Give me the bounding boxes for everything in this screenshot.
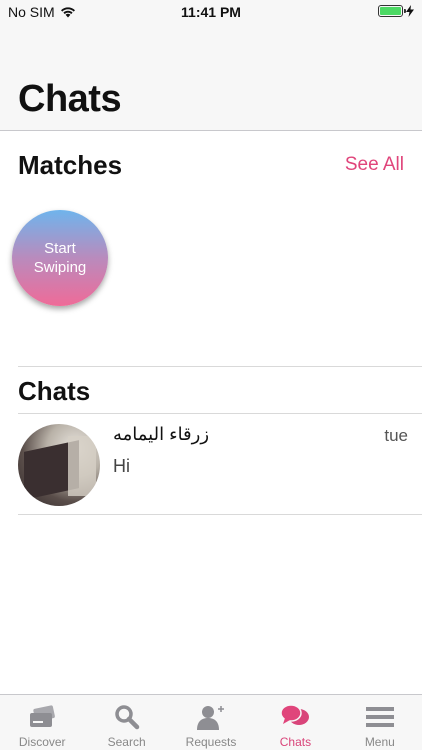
chats-heading: Chats: [18, 376, 91, 406]
cards-icon: [27, 703, 57, 731]
tab-label: Chats: [279, 735, 312, 749]
tab-discover[interactable]: Discover: [0, 695, 84, 750]
tab-chats[interactable]: Chats: [253, 695, 337, 750]
nav-header: Chats: [0, 24, 422, 131]
status-right: [378, 5, 414, 17]
battery-level: [380, 7, 401, 15]
tab-search[interactable]: Search: [84, 695, 168, 750]
menu-icon: [365, 703, 395, 731]
start-swiping-button[interactable]: Start Swiping: [12, 210, 108, 306]
chat-contact-name: زرقاء اليمامه: [113, 424, 210, 444]
see-all-link[interactable]: See All: [345, 154, 404, 176]
tab-label: Requests: [185, 735, 237, 749]
tab-label: Discover: [18, 735, 66, 749]
battery-icon: [378, 5, 406, 17]
tab-requests[interactable]: Requests: [169, 695, 253, 750]
avatar: [18, 424, 100, 506]
section-divider: [18, 366, 422, 367]
matches-heading: Matches: [18, 150, 123, 180]
tab-menu[interactable]: Menu: [338, 695, 422, 750]
tab-label: Search: [107, 735, 146, 749]
chat-list-item[interactable]: زرقاء اليمامه tue Hi: [0, 414, 422, 514]
clock: 11:41 PM: [181, 4, 241, 20]
tab-bar: Discover Search Requests Chats Menu: [0, 694, 422, 750]
chat-bubbles-icon: [280, 703, 310, 731]
chat-last-message: Hi: [113, 456, 130, 476]
row-divider: [18, 514, 422, 515]
chat-timestamp: tue: [384, 426, 408, 445]
search-icon: [112, 703, 142, 731]
charging-bolt-icon: [406, 5, 414, 17]
page-title: Chats: [18, 78, 122, 120]
tab-label: Menu: [364, 735, 395, 749]
add-user-icon: [196, 703, 226, 731]
status-bar: No SIM 11:41 PM: [0, 0, 422, 24]
